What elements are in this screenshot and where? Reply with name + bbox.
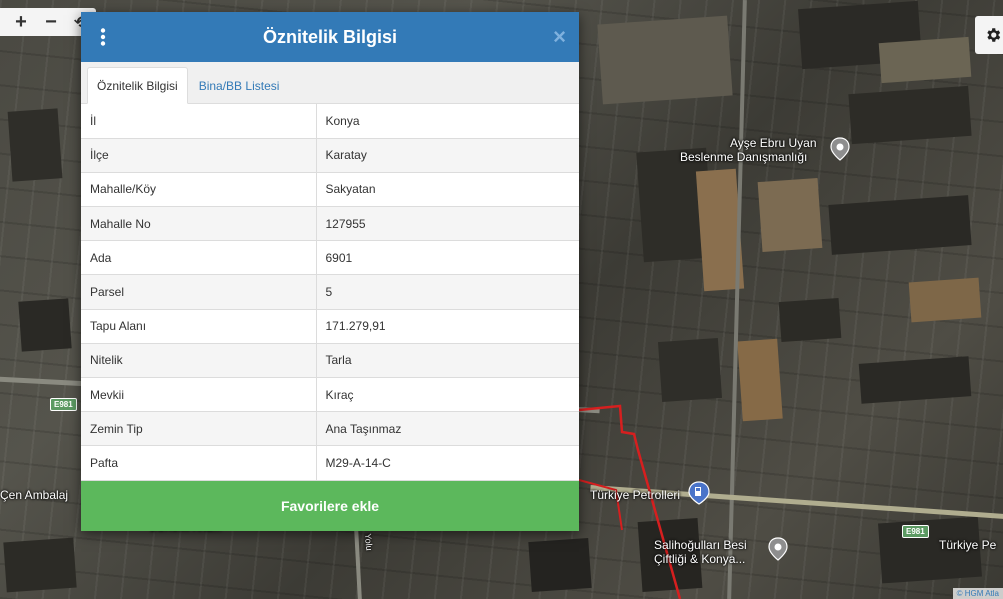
dialog-tabs: Öznitelik Bilgisi Bina/BB Listesi <box>81 62 579 104</box>
map-field <box>828 195 972 255</box>
table-row: Tapu Alanı 171.279,91 <box>81 309 579 344</box>
highway-shield: E981 <box>902 525 929 538</box>
table-row: Mahalle/Köy Sakyatan <box>81 172 579 208</box>
table-row: Nitelik Tarla <box>81 343 579 379</box>
table-row: İlçe Karatay <box>81 138 579 173</box>
attribute-value: 5 <box>316 274 579 310</box>
attribute-value: Kıraç <box>316 377 579 413</box>
table-row: Zemin Tip Ana Taşınmaz <box>81 411 579 447</box>
attribute-key: Mahalle/Köy <box>81 172 317 208</box>
map-field <box>7 108 63 182</box>
attribute-value: Tarla <box>316 343 579 379</box>
add-to-favorites-button[interactable]: Favorilere ekle <box>81 481 579 531</box>
map-label: Türkiye Pe <box>939 538 997 552</box>
close-icon[interactable]: × <box>553 26 566 48</box>
highway-shield: E981 <box>50 398 77 411</box>
map-field <box>757 177 823 253</box>
table-row: Parsel 5 <box>81 274 579 310</box>
map-attribution[interactable]: © HGM Atla <box>952 588 1003 599</box>
attribute-value: 127955 <box>316 206 579 242</box>
map-label: Salihoğulları Besi <box>654 538 747 552</box>
table-row: Mevkii Kıraç <box>81 377 579 413</box>
map-label: Çiftliği & Konya... <box>654 552 746 566</box>
map-field <box>908 277 982 323</box>
tab-attribute-info[interactable]: Öznitelik Bilgisi <box>87 67 188 104</box>
attribute-value: Karatay <box>316 138 579 173</box>
attribute-key: Zemin Tip <box>81 411 317 447</box>
attribute-value: M29-A-14-C <box>316 445 579 481</box>
road-label: Yolu <box>362 533 375 551</box>
map-field <box>737 338 783 422</box>
attribute-dialog: Öznitelik Bilgisi × Öznitelik Bilgisi Bi… <box>81 12 579 531</box>
settings-button[interactable] <box>975 16 1003 54</box>
map-field <box>878 36 972 84</box>
fuel-station-icon[interactable] <box>688 481 710 505</box>
map-field <box>778 297 842 343</box>
map-field <box>597 15 733 105</box>
attribute-table: İl Konya İlçe Karatay Mahalle/Köy Sakyatan … <box>81 104 579 481</box>
vertical-dots-menu-icon[interactable] <box>99 28 107 46</box>
attribute-key: İlçe <box>81 138 317 173</box>
poi-pin-icon[interactable] <box>830 137 850 161</box>
map-label: Beslenme Danışmanlığı <box>680 150 808 164</box>
attribute-value: Ana Taşınmaz <box>316 411 579 447</box>
poi-pin-icon[interactable] <box>768 537 788 561</box>
attribute-key: Ada <box>81 240 317 276</box>
attribute-key: Tapu Alanı <box>81 309 317 344</box>
attribute-key: İl <box>81 104 317 139</box>
table-row: Mahalle No 127955 <box>81 206 579 242</box>
zoom-out-button[interactable]: − <box>36 8 66 36</box>
map-label: Türkiye Petrolleri <box>590 488 681 502</box>
attribute-value: Sakyatan <box>316 172 579 208</box>
map-label: Ayşe Ebru Uyan <box>730 136 817 150</box>
map-field <box>858 356 972 404</box>
dialog-title: Öznitelik Bilgisi <box>262 26 398 47</box>
attribute-value: 6901 <box>316 240 579 276</box>
map-label: Çen Ambalaj <box>0 488 69 502</box>
table-row: İl Konya <box>81 104 579 139</box>
attribute-key: Mevkii <box>81 377 317 413</box>
attribute-value: Konya <box>316 104 579 139</box>
attribute-key: Mahalle No <box>81 206 317 242</box>
map-field <box>848 85 972 145</box>
attribute-value: 171.279,91 <box>316 309 579 344</box>
attribute-key: Pafta <box>81 445 317 481</box>
dialog-header: Öznitelik Bilgisi × <box>81 12 579 62</box>
attribute-key: Nitelik <box>81 343 317 379</box>
zoom-in-button[interactable]: + <box>6 8 36 36</box>
attribute-key: Parsel <box>81 274 317 310</box>
tab-building-list[interactable]: Bina/BB Listesi <box>188 67 289 104</box>
gear-icon <box>987 28 1001 42</box>
map-field <box>3 537 77 593</box>
table-row: Pafta M29-A-14-C <box>81 445 579 481</box>
map-field <box>18 298 72 352</box>
table-row: Ada 6901 <box>81 240 579 276</box>
